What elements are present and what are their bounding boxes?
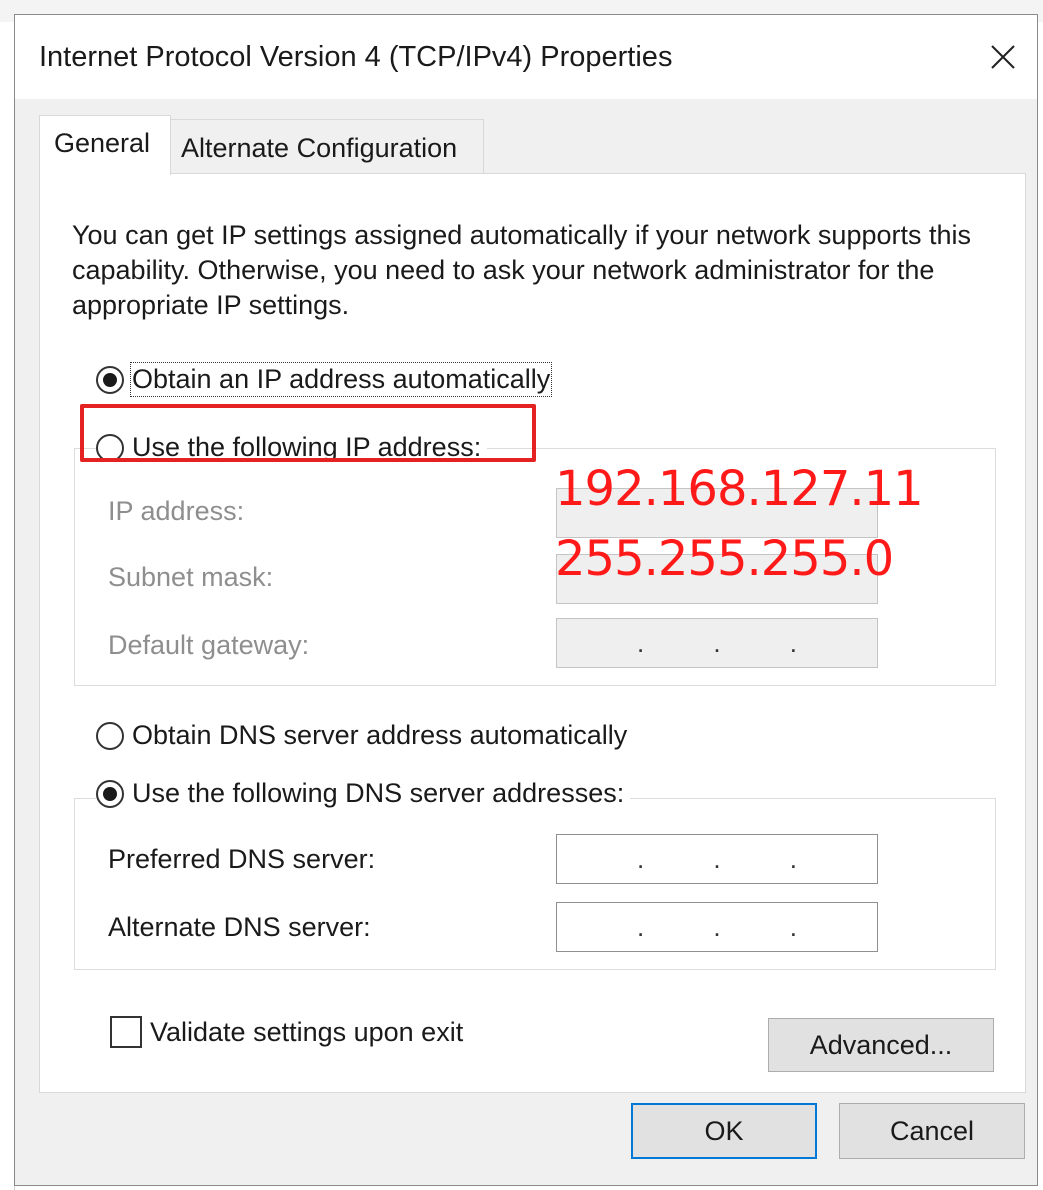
- obtain-ip-auto-label: Obtain an IP address automatically: [129, 362, 553, 397]
- background-window-edge: [0, 22, 15, 1190]
- ip-dots: . . .: [637, 627, 797, 658]
- preferred-dns-label: Preferred DNS server:: [108, 844, 376, 874]
- advanced-button[interactable]: Advanced...: [768, 1018, 994, 1072]
- title-bar: Internet Protocol Version 4 (TCP/IPv4) P…: [15, 15, 1037, 99]
- ip-dots: . . .: [637, 911, 797, 942]
- subnet-mask-annotation: 255.255.255.0: [555, 531, 894, 587]
- obtain-dns-auto-label: Obtain DNS server address automatically: [132, 720, 628, 750]
- obtain-ip-auto-radio[interactable]: Obtain an IP address automatically: [96, 362, 557, 397]
- use-following-dns-label: Use the following DNS server addresses:: [132, 778, 625, 808]
- use-following-ip-radio[interactable]: Use the following IP address:: [96, 432, 488, 463]
- radio-unchecked-indicator: [96, 721, 124, 750]
- ip-address-label: IP address:: [108, 496, 245, 526]
- use-following-dns-radio[interactable]: Use the following DNS server addresses:: [96, 778, 631, 809]
- use-following-ip-label: Use the following IP address:: [132, 432, 482, 462]
- ip-address-annotation: 192.168.127.11: [555, 461, 924, 517]
- intro-text: You can get IP settings assigned automat…: [72, 220, 972, 320]
- obtain-dns-auto-radio[interactable]: Obtain DNS server address automatically: [96, 720, 634, 751]
- close-icon: [991, 45, 1015, 69]
- validate-settings-checkbox[interactable]: Validate settings upon exit: [110, 1016, 463, 1048]
- radio-checked-indicator: [96, 365, 124, 394]
- subnet-mask-label: Subnet mask:: [108, 562, 274, 592]
- tab-alternate-configuration[interactable]: Alternate Configuration: [170, 119, 484, 175]
- checkbox-box: [110, 1016, 142, 1048]
- preferred-dns-field[interactable]: . . .: [556, 834, 878, 884]
- properties-dialog: Internet Protocol Version 4 (TCP/IPv4) P…: [14, 14, 1038, 1186]
- cancel-button[interactable]: Cancel: [839, 1103, 1025, 1159]
- ip-dots: . . .: [637, 843, 797, 874]
- tab-general[interactable]: General: [39, 115, 171, 175]
- ok-button[interactable]: OK: [631, 1103, 817, 1159]
- close-button[interactable]: [973, 29, 1033, 85]
- radio-checked-indicator: [96, 779, 124, 808]
- radio-unchecked-indicator: [96, 433, 124, 462]
- alternate-dns-field[interactable]: . . .: [556, 902, 878, 952]
- general-tab-panel: You can get IP settings assigned automat…: [39, 173, 1026, 1093]
- dialog-title: Internet Protocol Version 4 (TCP/IPv4) P…: [39, 41, 673, 73]
- validate-settings-label: Validate settings upon exit: [150, 1016, 464, 1047]
- default-gateway-label: Default gateway:: [108, 630, 310, 660]
- default-gateway-field[interactable]: . . .: [556, 618, 878, 668]
- alternate-dns-label: Alternate DNS server:: [108, 912, 371, 942]
- screen: Internet Protocol Version 4 (TCP/IPv4) P…: [0, 0, 1043, 1190]
